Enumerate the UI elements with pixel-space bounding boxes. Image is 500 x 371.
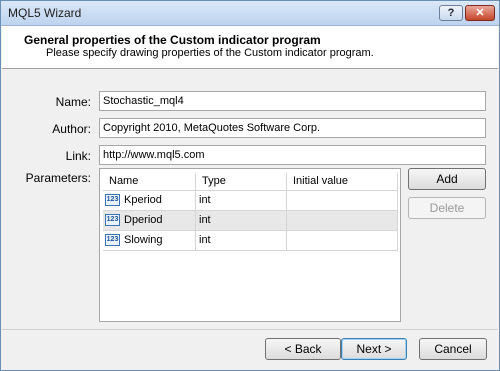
table-row[interactable]: 123 Dperiod int bbox=[103, 211, 398, 231]
table-row[interactable]: 123 Kperiod int bbox=[103, 191, 398, 211]
param-name-cell[interactable]: 123 Kperiod bbox=[103, 191, 196, 210]
name-field[interactable] bbox=[99, 91, 486, 111]
wizard-header: General properties of the Custom indicat… bbox=[2, 26, 498, 69]
link-field[interactable] bbox=[99, 145, 486, 165]
author-label: Author: bbox=[52, 122, 91, 136]
param-initial-value[interactable] bbox=[287, 211, 398, 230]
param-type[interactable]: int bbox=[196, 211, 287, 230]
column-header-initial-value[interactable]: Initial value bbox=[287, 173, 398, 190]
int-type-icon: 123 bbox=[105, 214, 120, 226]
next-button[interactable]: Next > bbox=[341, 338, 407, 360]
param-type[interactable]: int bbox=[196, 191, 287, 210]
title-bar: MQL5 Wizard ? ✕ bbox=[1, 1, 499, 26]
close-button[interactable]: ✕ bbox=[465, 5, 495, 21]
int-type-icon: 123 bbox=[105, 194, 120, 206]
wizard-window: MQL5 Wizard ? ✕ General properties of th… bbox=[0, 0, 500, 371]
cancel-button[interactable]: Cancel bbox=[419, 338, 487, 360]
parameters-label: Parameters: bbox=[25, 171, 91, 185]
link-label: Link: bbox=[65, 149, 91, 163]
page-title: General properties of the Custom indicat… bbox=[24, 33, 321, 47]
param-initial-value[interactable] bbox=[287, 191, 398, 210]
column-header-type[interactable]: Type bbox=[196, 173, 287, 190]
parameters-grid: Name Type Initial value 123 Kperiod int … bbox=[103, 173, 398, 251]
delete-button[interactable]: Delete bbox=[408, 197, 486, 219]
page-subtitle: Please specify drawing properties of the… bbox=[46, 47, 374, 59]
author-field[interactable] bbox=[99, 118, 486, 138]
param-name-cell[interactable]: 123 Slowing bbox=[103, 231, 196, 250]
param-name: Slowing bbox=[124, 234, 163, 246]
add-button[interactable]: Add bbox=[408, 168, 486, 190]
help-button[interactable]: ? bbox=[439, 5, 463, 21]
param-initial-value[interactable] bbox=[287, 231, 398, 250]
param-name: Dperiod bbox=[124, 214, 163, 226]
int-type-icon: 123 bbox=[105, 234, 120, 246]
back-button[interactable]: < Back bbox=[265, 338, 341, 360]
table-row[interactable]: 123 Slowing int bbox=[103, 231, 398, 251]
param-name-cell[interactable]: 123 Dperiod bbox=[103, 211, 196, 230]
name-label: Name: bbox=[55, 95, 91, 109]
footer-divider bbox=[2, 329, 498, 330]
param-name: Kperiod bbox=[124, 194, 162, 206]
param-type[interactable]: int bbox=[196, 231, 287, 250]
parameters-header-row: Name Type Initial value bbox=[103, 173, 398, 191]
column-header-name[interactable]: Name bbox=[103, 173, 196, 190]
window-title: MQL5 Wizard bbox=[8, 6, 82, 20]
parameters-list[interactable]: Name Type Initial value 123 Kperiod int … bbox=[99, 168, 401, 322]
